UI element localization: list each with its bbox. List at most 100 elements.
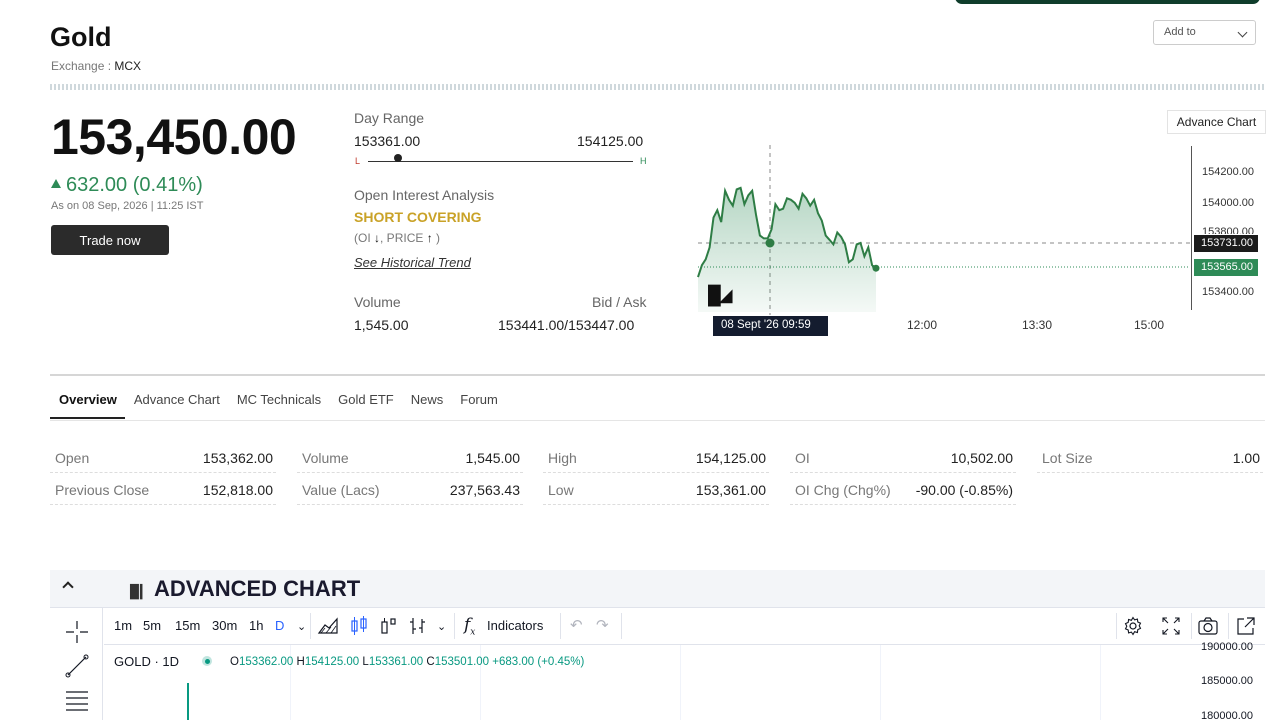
day-range-low: 153361.00	[354, 133, 421, 149]
chart-toolbar: 1m 5m 15m 30m 1h D ⌄ ⌄ fx Indicators ↶ ↷	[104, 607, 1265, 645]
chevron-up-icon[interactable]	[62, 581, 74, 593]
stat-value: 237,563.43	[449, 482, 520, 498]
stat-label: Previous Close	[55, 482, 150, 498]
chart-symbol[interactable]: GOLD · 1D	[114, 654, 179, 669]
oi-detail-price: , PRICE	[380, 231, 424, 245]
header-divider	[50, 84, 1265, 90]
timeframe-1h[interactable]: 1h	[249, 618, 263, 633]
axis-tick: 180000.00	[1201, 710, 1253, 720]
settings-gear-icon[interactable]	[1122, 616, 1144, 636]
timeframe-15m[interactable]: 15m	[175, 618, 200, 633]
time-tick: 13:30	[1022, 318, 1053, 332]
candles-icon[interactable]	[348, 616, 370, 636]
trend-line-icon[interactable]	[64, 653, 90, 679]
oi-detail: (OI ↓, PRICE ↑ )	[354, 231, 440, 245]
axis-tick: 153400.00	[1202, 286, 1254, 298]
stat-oi-change: OI Chg (Chg%) -90.00 (-0.85%)	[790, 475, 1016, 505]
oi-signal: SHORT COVERING	[354, 209, 482, 225]
stat-label: Open	[55, 450, 90, 466]
tab-news[interactable]: News	[402, 392, 452, 419]
axis-tick: 154000.00	[1202, 197, 1254, 209]
stat-value-lacs: Value (Lacs) 237,563.43	[297, 475, 523, 505]
day-range-bar	[368, 161, 633, 162]
stat-value: 153,362.00	[202, 450, 273, 466]
crosshair-icon[interactable]	[64, 619, 90, 645]
day-range-high: 154125.00	[577, 133, 644, 149]
redo-icon[interactable]: ↷	[596, 616, 609, 634]
bid-ask-value: 153441.00/153447.00	[498, 317, 635, 333]
tab-overview[interactable]: Overview	[50, 392, 125, 419]
axis-tick: 153800.00	[1202, 226, 1254, 234]
day-range-low-marker: L	[355, 156, 361, 166]
add-to-dropdown[interactable]: Add to	[1153, 20, 1256, 45]
grid-line	[880, 645, 881, 720]
trade-now-button[interactable]: Trade now	[51, 225, 169, 255]
chevron-down-icon[interactable]: ⌄	[297, 620, 306, 633]
crosshair-price-tag: 153731.00	[1194, 235, 1258, 252]
stat-label: Value (Lacs)	[302, 482, 380, 498]
toolbar-divider	[621, 613, 622, 639]
undo-icon[interactable]: ↶	[570, 616, 583, 634]
oi-analysis-label: Open Interest Analysis	[354, 187, 495, 203]
camera-icon[interactable]	[1197, 616, 1219, 636]
timeframe-5m[interactable]: 5m	[143, 618, 161, 633]
fullscreen-icon[interactable]	[1160, 616, 1182, 636]
stat-open: Open 153,362.00	[50, 443, 276, 473]
stat-value: 153,361.00	[695, 482, 766, 498]
area-chart-icon[interactable]	[317, 616, 339, 636]
stat-label: Volume	[302, 450, 349, 466]
arrow-up-icon	[51, 179, 61, 188]
ohlc-label: O	[230, 656, 239, 668]
tab-gold-etf[interactable]: Gold ETF	[329, 392, 402, 419]
axis-tick: 154200.00	[1202, 166, 1254, 178]
candle	[187, 683, 189, 720]
function-icon[interactable]: fx	[464, 615, 475, 637]
bid-ask-label: Bid / Ask	[592, 294, 647, 310]
axis-tick: 185000.00	[1201, 675, 1253, 687]
last-point	[872, 264, 880, 272]
ohlc-change: +683.00 (+0.45%)	[492, 656, 585, 668]
ohlc-open: 153362.00	[238, 656, 294, 668]
stat-label: Lot Size	[1042, 450, 1093, 466]
intraday-chart[interactable]	[690, 140, 1190, 340]
indicators-button[interactable]: Indicators	[487, 618, 543, 633]
tab-mc-technicals[interactable]: MC Technicals	[228, 392, 329, 419]
advanced-chart-title: ▉▎ ADVANCED CHART	[130, 576, 360, 602]
section-divider	[50, 374, 1265, 376]
stat-oi: OI 10,502.00	[790, 443, 1016, 473]
day-range-label: Day Range	[354, 110, 425, 126]
stat-label: High	[548, 450, 577, 466]
open-external-icon[interactable]	[1235, 616, 1257, 636]
stat-label: OI	[795, 450, 810, 466]
day-range-high-marker: H	[640, 156, 647, 166]
advanced-chart-header: ▉▎ ADVANCED CHART	[50, 570, 1265, 607]
oi-detail-close: )	[436, 231, 441, 245]
ohlc-low: 153361.00	[368, 656, 424, 668]
volume-label: Volume	[354, 294, 401, 310]
tradingview-logo: █◢	[708, 285, 733, 305]
crosshair-point	[765, 238, 775, 248]
oi-detail-oi: (OI	[354, 231, 371, 245]
timeframe-1d[interactable]: D	[275, 618, 284, 633]
grid-line	[680, 645, 681, 720]
fib-levels-icon[interactable]	[64, 687, 90, 713]
hollow-candles-icon[interactable]	[378, 616, 400, 636]
stat-value: 1,545.00	[465, 450, 521, 466]
price-axis	[1191, 146, 1192, 310]
chevron-down-icon[interactable]: ⌄	[437, 620, 446, 633]
price-change-value: 632.00 (0.41%)	[66, 174, 203, 196]
axis-tick: 190000.00	[1201, 641, 1253, 651]
bars-icon[interactable]	[407, 616, 429, 636]
tab-forum[interactable]: Forum	[451, 392, 506, 419]
ohlc-high: 154125.00	[304, 656, 360, 668]
advance-chart-button[interactable]: Advance Chart	[1167, 110, 1266, 134]
tab-bar: Overview Advance Chart MC Technicals Gol…	[50, 392, 506, 419]
volume-value: 1,545.00	[354, 317, 409, 333]
timeframe-30m[interactable]: 30m	[212, 618, 237, 633]
timeframe-1m[interactable]: 1m	[114, 618, 132, 633]
tab-advance-chart[interactable]: Advance Chart	[125, 392, 228, 419]
last-price: 153,450.00	[51, 109, 297, 165]
stat-value: 1.00	[1232, 450, 1260, 466]
historical-trend-link[interactable]: See Historical Trend	[354, 255, 471, 270]
drawing-toolbar	[50, 607, 103, 720]
